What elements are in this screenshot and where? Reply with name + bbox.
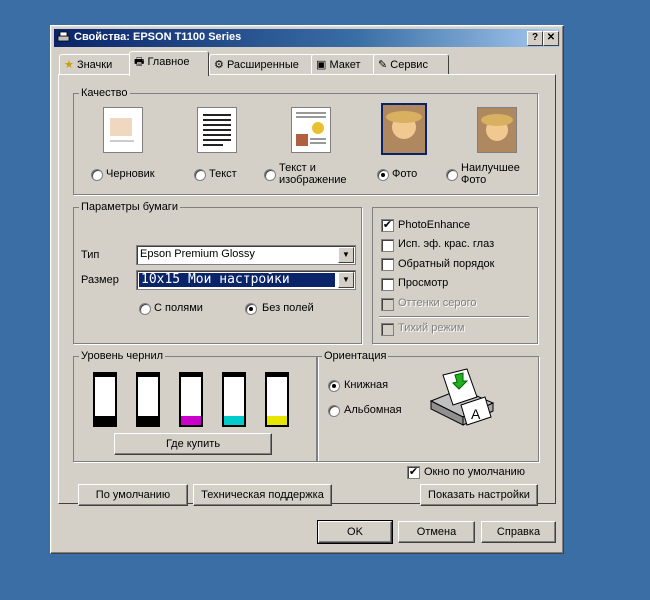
ink-fill [95,416,115,425]
landscape-label: Альбомная [344,404,402,416]
orientation-title: Ориентация [322,350,389,362]
ink-cartridge [93,372,117,427]
tab-icons[interactable]: ★ Значки [59,54,133,75]
close-button[interactable]: ✕ [543,31,559,46]
ink-fill [224,416,244,425]
quality-draft-label: Черновик [106,168,155,180]
ok-button[interactable]: OK [317,520,393,544]
options-divider [379,316,529,318]
cancel-button[interactable]: Отмена [398,521,475,543]
paper-margins-label: С полями [154,302,203,314]
gear-icon: ⚙ [214,59,224,71]
tab-label: Значки [76,59,113,71]
draft-thumbnail [103,107,143,153]
default-window-label: Окно по умолчанию [424,466,526,478]
tab-label: Сервис [390,59,428,71]
tab-service[interactable]: ✎ Сервис [373,54,449,75]
redeye-checkbox[interactable] [381,239,394,252]
paper-title: Параметры бумаги [79,201,180,213]
photo-enhance-label: PhotoEnhance [398,219,471,231]
ink-fill [138,416,158,425]
where-to-buy-button[interactable]: Где купить [114,433,272,455]
quality-best-photo-label: Наилучшее Фото [461,162,520,186]
svg-text:A: A [471,406,481,422]
paper-size-value: 10x15 Мои настройки [141,272,290,287]
reverse-order-checkbox[interactable] [381,258,394,271]
quality-photo-radio[interactable] [377,169,389,181]
paper-borderless-label: Без полей [262,302,314,314]
paper-borderless-radio[interactable] [245,303,257,315]
paper-type-value: Epson Premium Glossy [140,248,255,260]
orientation-printer-icon: A [429,368,495,426]
quality-text-radio[interactable] [194,169,206,181]
photo-enhance-checkbox[interactable]: ✔ [381,219,394,232]
quality-text-label: Текст [209,168,237,180]
title-bar[interactable]: Свойства: EPSON T1100 Series ? ✕ [54,29,560,47]
chevron-down-icon[interactable]: ▼ [338,272,354,288]
quality-text-image-radio[interactable] [264,169,276,181]
quiet-mode-label: Тихий режим [398,322,465,334]
paper-size-select[interactable]: 10x15 Мои настройки ▼ [136,270,356,290]
paper-type-label: Тип [81,249,100,261]
tab-label: Макет [329,59,361,71]
best-photo-thumbnail [477,107,517,153]
ink-fill [181,416,201,425]
layout-icon: ▣ [316,59,327,71]
preview-label: Просмотр [398,277,449,289]
chevron-down-icon[interactable]: ▼ [338,247,354,263]
grayscale-checkbox[interactable] [381,298,394,311]
window-title: Свойства: EPSON T1100 Series [74,31,242,43]
ink-cartridges [93,372,293,428]
defaults-button[interactable]: По умолчанию [78,484,188,506]
quality-text-image-label: Текст и изображение [279,162,347,186]
tab-layout[interactable]: ▣ Макет [311,54,377,75]
ink-level-title: Уровень чернил [79,350,166,362]
default-window-checkbox[interactable]: ✔ [407,466,420,479]
tab-label: Главное [147,56,190,68]
paper-type-select[interactable]: Epson Premium Glossy ▼ [136,245,356,265]
reverse-order-label: Обратный порядок [398,258,495,270]
printer-icon [57,31,70,42]
portrait-radio[interactable] [328,380,340,392]
wrench-icon: ✎ [378,59,388,71]
portrait-label: Книжная [344,379,389,391]
photo-thumbnail [381,103,427,155]
preview-checkbox[interactable] [381,278,394,291]
printer-icon: 🖶 [134,56,145,68]
grayscale-label: Оттенки серого [398,297,477,309]
show-settings-button[interactable]: Показать настройки [420,484,538,506]
ink-cartridge [179,372,203,427]
text-thumbnail [197,107,237,153]
paper-margins-radio[interactable] [139,303,151,315]
ink-fill [267,416,287,425]
tab-main[interactable]: 🖶 Главное [129,51,209,76]
quality-draft-radio[interactable] [91,169,103,181]
quality-title: Качество [79,87,130,99]
tab-label: Расширенные [226,59,299,71]
ink-cartridge [222,372,246,427]
quiet-mode-checkbox[interactable] [381,323,394,336]
star-icon: ★ [64,59,74,71]
help-title-button[interactable]: ? [527,31,543,46]
quality-best-photo-radio[interactable] [446,169,458,181]
ink-cartridge [265,372,289,427]
paper-size-label: Размер [81,274,119,286]
redeye-label: Исп. эф. крас. глаз [398,238,495,250]
ink-cartridge [136,372,160,427]
text-image-thumbnail [291,107,331,153]
landscape-radio[interactable] [328,405,340,417]
properties-dialog: Свойства: EPSON T1100 Series ? ✕ ★ Значк… [50,25,564,554]
tab-panel-main: Качество Черновик Текст Текст и изображе… [58,74,556,506]
help-button[interactable]: Справка [481,521,556,543]
tech-support-button[interactable]: Техническая поддержка [193,484,332,506]
tab-advanced[interactable]: ⚙ Расширенные [209,54,315,75]
quality-photo-label: Фото [392,168,418,180]
